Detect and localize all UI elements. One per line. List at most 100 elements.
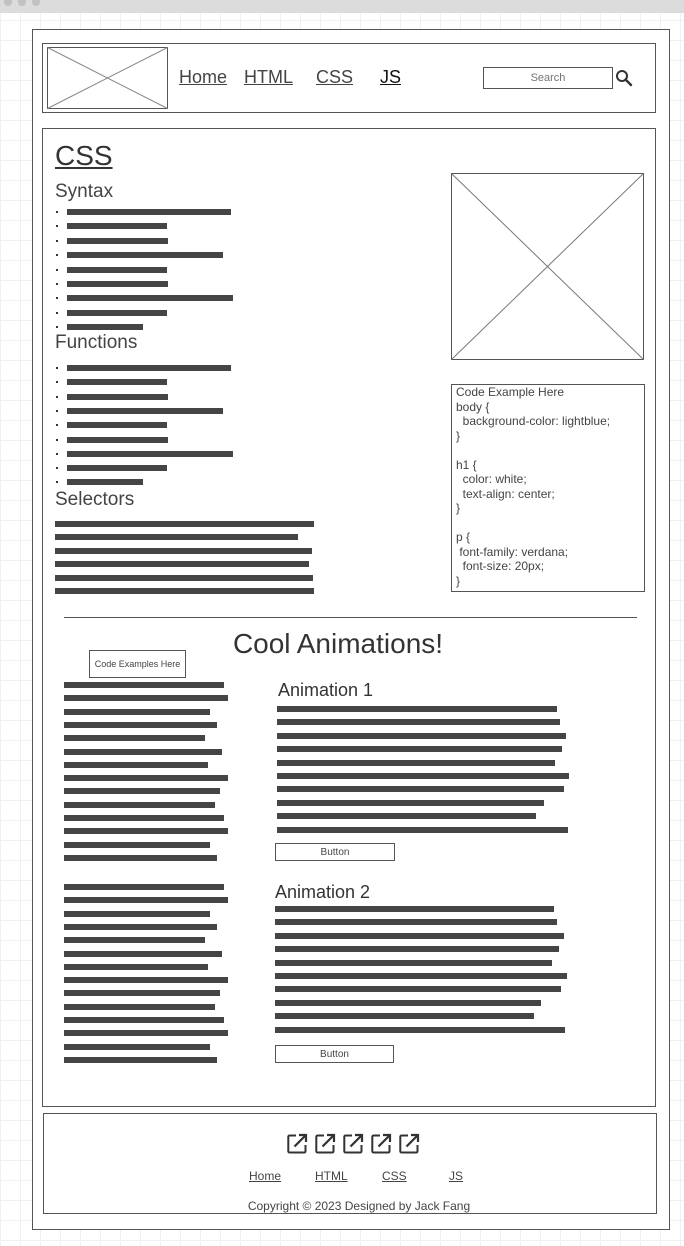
nav-home-link[interactable]: Home <box>179 67 227 88</box>
external-link-icon[interactable] <box>370 1133 392 1155</box>
code-example-text-line <box>64 1043 210 1050</box>
code-line: } <box>456 573 461 588</box>
animation-1-line-line <box>277 773 569 779</box>
code-example-text-line <box>64 897 228 904</box>
code-example-text-line <box>64 841 210 848</box>
code-line: } <box>456 428 461 443</box>
code-line: font-size: 20px; <box>456 559 545 573</box>
external-link-icon[interactable] <box>342 1133 364 1155</box>
functions-item-line <box>67 422 167 429</box>
animation-2-line-line <box>275 959 552 966</box>
functions-item-line <box>67 365 231 371</box>
animation-2-line-line <box>275 906 554 912</box>
code-example-box: Code Example Here body { background-color… <box>451 384 645 592</box>
code-example-text-line <box>64 923 217 930</box>
animation-2-line-line <box>275 1013 534 1020</box>
code-example-text-line <box>64 990 220 997</box>
code-example-text-line <box>64 682 224 688</box>
functions-item-bullet <box>56 452 58 455</box>
code-line: } <box>456 501 461 515</box>
animation-2-line-line <box>275 999 541 1006</box>
code-example-text-line <box>64 1003 215 1010</box>
animation-2-line-line <box>275 932 564 939</box>
syntax-item-line <box>67 237 168 244</box>
code-line: p { <box>456 530 471 544</box>
functions-item-bullet <box>56 424 58 427</box>
animation-1-line-line <box>277 786 564 793</box>
code-example-text-line <box>64 937 205 944</box>
code-line: background-color: lightblue; <box>456 414 611 428</box>
animation-2-line-line <box>275 973 567 979</box>
nav-js-link[interactable]: JS <box>380 67 401 88</box>
code-example-text-line <box>64 910 210 917</box>
animation-1-title: Animation 1 <box>278 680 374 700</box>
search-input[interactable] <box>483 67 613 89</box>
functions-item-bullet <box>56 381 58 384</box>
animation-1-line-line <box>277 719 560 726</box>
external-link-icon[interactable] <box>286 1133 308 1155</box>
search-icon[interactable] <box>615 69 633 87</box>
syntax-item-line <box>67 295 233 302</box>
animation-1-line-line <box>277 759 555 766</box>
footer-html-link[interactable]: HTML <box>315 1169 348 1183</box>
code-example-text-line <box>64 801 215 808</box>
footer-js-link[interactable]: JS <box>449 1169 463 1183</box>
functions-item-bullet <box>56 481 58 484</box>
syntax-item-line <box>67 209 231 215</box>
code-example-text-line <box>64 884 224 890</box>
code-line: h1 { <box>456 457 477 472</box>
functions-item-line <box>67 407 223 414</box>
syntax-item-bullet <box>56 326 58 329</box>
syntax-item-bullet <box>56 225 58 228</box>
animation-1-line-line <box>277 813 536 820</box>
functions-item-line <box>67 436 168 443</box>
syntax-item-line <box>67 281 168 287</box>
functions-item-line <box>67 450 233 457</box>
code-example-text-line <box>64 1056 217 1063</box>
animation-1-line-line <box>277 799 544 806</box>
syntax-item-bullet <box>56 283 58 285</box>
syntax-item-bullet <box>56 311 58 314</box>
animation-2-line-line <box>275 986 561 993</box>
section-heading-functions: Functions <box>55 332 138 353</box>
syntax-item-bullet <box>56 211 58 213</box>
animation-2-line-line <box>275 946 559 953</box>
page-title: CSS <box>55 140 113 171</box>
selectors-text-line <box>55 521 314 527</box>
code-example-text-line <box>64 695 228 702</box>
code-example-text-line <box>64 1030 228 1037</box>
syntax-item-line <box>67 309 167 316</box>
code-example-text-line <box>64 708 210 715</box>
syntax-item-bullet <box>56 254 58 257</box>
animation-2-title: Animation 2 <box>275 882 371 902</box>
selectors-text-line <box>55 574 313 581</box>
footer-css-link[interactable]: CSS <box>382 1169 407 1183</box>
animation-1-line-line <box>277 732 566 739</box>
animation-2-line-line <box>275 1026 565 1033</box>
animation-2-button[interactable]: Button <box>275 1045 394 1063</box>
animation-1-line-line <box>277 746 562 753</box>
nav-html-link[interactable]: HTML <box>244 67 293 88</box>
selectors-text-line <box>55 547 312 554</box>
functions-item-line <box>67 379 167 386</box>
footer-home-link[interactable]: Home <box>249 1169 281 1183</box>
nav-css-link[interactable]: CSS <box>316 67 353 88</box>
copyright-text: Copyright © 2023 Designed by Jack Fang <box>247 1199 471 1213</box>
syntax-item-line <box>67 324 143 331</box>
animation-1-line-line <box>277 826 568 833</box>
code-example-text-line <box>64 735 205 742</box>
external-link-icon[interactable] <box>314 1133 336 1155</box>
code-example-text-line <box>64 761 208 768</box>
code-example-heading: Code Example Here <box>456 385 565 399</box>
syntax-item-bullet <box>56 268 58 271</box>
window-titlebar <box>0 0 684 13</box>
image-placeholder <box>451 173 644 360</box>
code-example-text-line <box>64 748 222 755</box>
syntax-item-line <box>67 223 167 230</box>
animation-1-button[interactable]: Button <box>275 843 395 861</box>
selectors-text-line <box>55 561 309 568</box>
external-link-icon[interactable] <box>398 1133 420 1155</box>
code-example-text-line <box>64 1017 224 1023</box>
code-examples-label: Code Examples Here <box>89 650 186 678</box>
section-heading-syntax: Syntax <box>55 181 114 202</box>
